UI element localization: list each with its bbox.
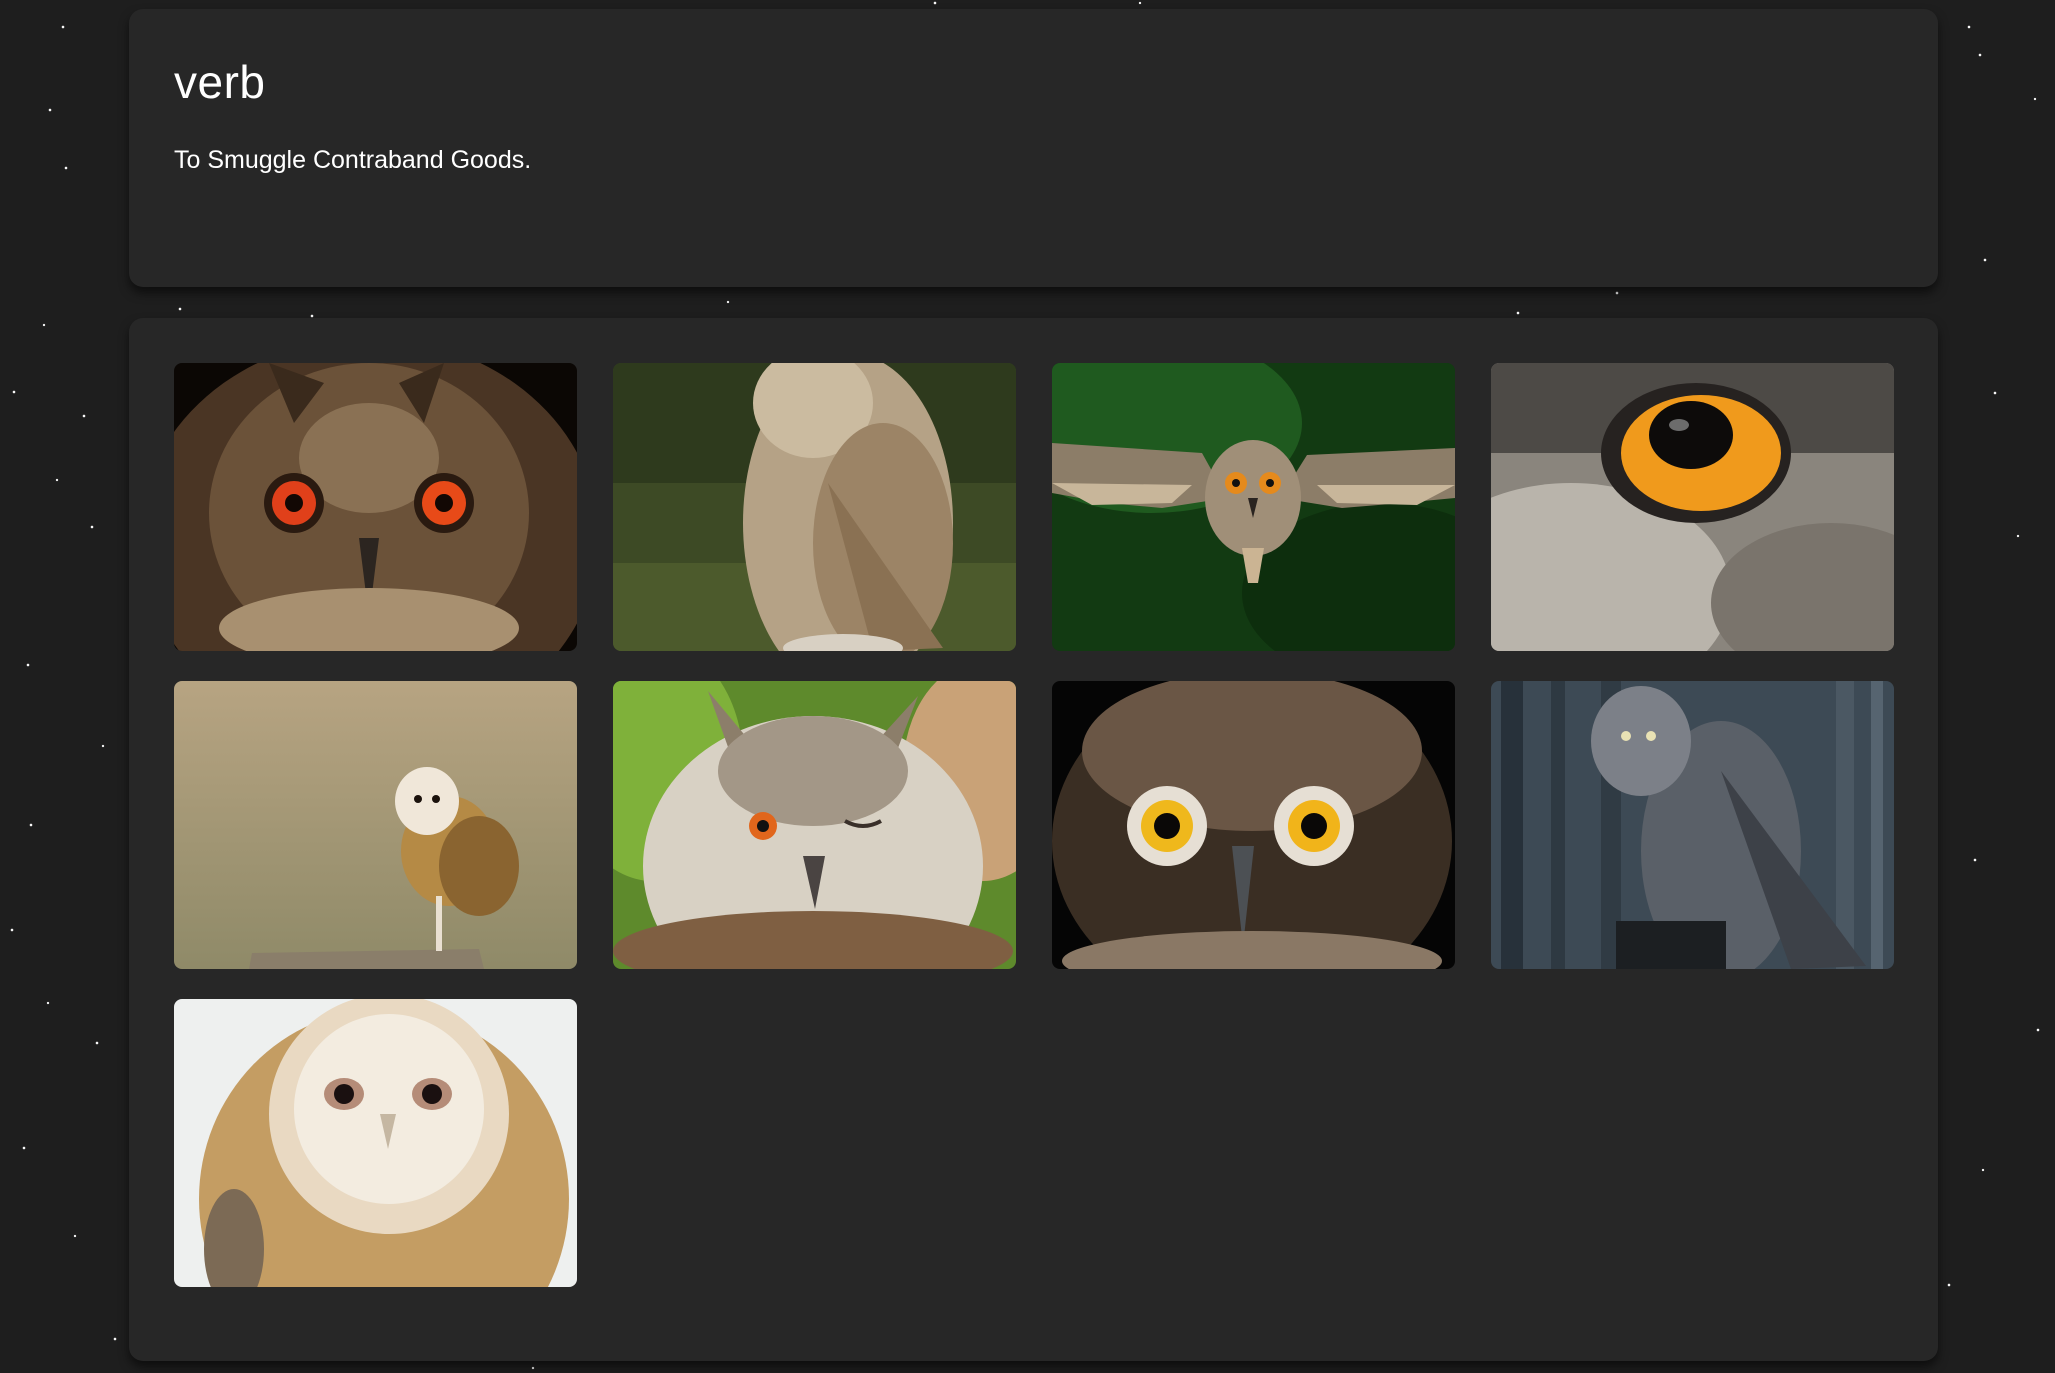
owl-orange-eyes-closeup-icon	[174, 363, 577, 651]
owl-standing-grass-icon	[613, 363, 1016, 651]
gallery-image-5[interactable]	[174, 681, 577, 969]
gallery-image-7[interactable]	[1052, 681, 1455, 969]
owl-flying-icon	[1052, 363, 1455, 651]
gallery-image-6[interactable]	[613, 681, 1016, 969]
part-of-speech: verb	[174, 56, 266, 108]
definition-text: To Smuggle Contraband Goods.	[174, 146, 532, 174]
great-grey-owl-forest-icon	[1491, 681, 1894, 969]
owl-winking-icon	[613, 681, 1016, 969]
image-gallery	[129, 318, 1938, 1361]
gallery-image-2[interactable]	[613, 363, 1016, 651]
gallery-image-1[interactable]	[174, 363, 577, 651]
definition-card: verb To Smuggle Contraband Goods.	[129, 9, 1938, 287]
gallery-image-9[interactable]	[174, 999, 577, 1287]
barn-owl-face-icon	[174, 999, 577, 1287]
gallery-image-4[interactable]	[1491, 363, 1894, 651]
gallery-image-3[interactable]	[1052, 363, 1455, 651]
owl-eye-macro-icon	[1491, 363, 1894, 651]
gallery-image-8[interactable]	[1491, 681, 1894, 969]
owl-yellow-eyes-closeup-icon	[1052, 681, 1455, 969]
barn-owl-perched-icon	[174, 681, 577, 969]
gallery-grid	[174, 363, 1894, 1287]
